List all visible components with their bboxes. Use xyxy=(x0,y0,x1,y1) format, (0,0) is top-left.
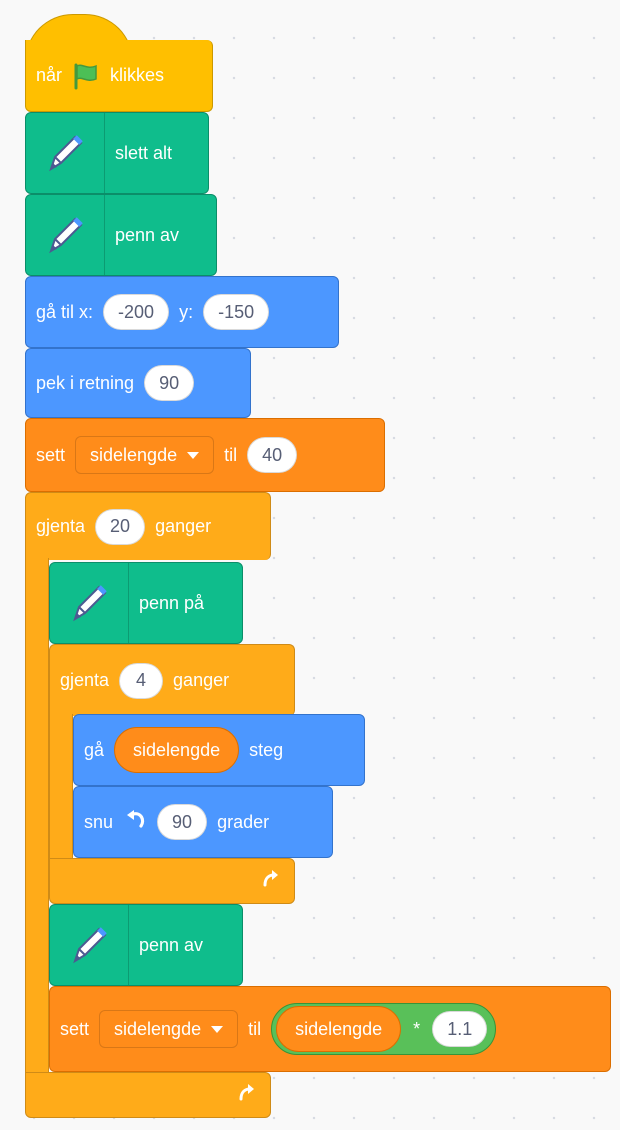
pen-up-2-label: penn av xyxy=(139,934,204,955)
repeat-outer-footer xyxy=(25,1072,271,1118)
turn-suffix: grader xyxy=(217,811,270,832)
move-label: gå xyxy=(84,739,105,760)
go-to-label: gå til x: xyxy=(36,301,94,322)
sidelengde-reporter[interactable]: sidelengde xyxy=(114,727,240,773)
pen-up-block-2[interactable]: penn av xyxy=(49,904,243,986)
repeat-inner-suffix: ganger xyxy=(173,670,230,690)
set-variable-block[interactable]: sett sidelengde til 40 xyxy=(25,418,385,492)
when-flag-clicked-block[interactable]: når klikkes xyxy=(25,40,213,112)
loop-arrow-icon xyxy=(260,869,280,894)
repeat-count-input[interactable]: 20 xyxy=(95,508,146,545)
erase-all-block[interactable]: slett alt xyxy=(25,112,209,194)
chevron-down-icon xyxy=(187,451,200,459)
y-label: y: xyxy=(179,301,194,322)
turn-left-block[interactable]: snu 90 grader xyxy=(73,786,333,858)
erase-all-label: slett alt xyxy=(115,142,173,163)
repeat-inner-block[interactable]: gjenta 4 ganger xyxy=(49,644,295,716)
move-steps-block[interactable]: gå sidelengde steg xyxy=(73,714,365,786)
repeat-inner-count-input[interactable]: 4 xyxy=(119,662,164,699)
turn-degrees-input[interactable]: 90 xyxy=(157,804,208,840)
repeat-outer-arm xyxy=(25,558,49,1076)
variable-dropdown-2[interactable]: sidelengde xyxy=(99,1010,239,1048)
set2-label: sett xyxy=(60,1018,90,1039)
loop-arrow-icon xyxy=(236,1083,256,1108)
to-label-2: til xyxy=(248,1018,262,1039)
multiplier-input[interactable]: 1.1 xyxy=(432,1011,488,1047)
repeat-outer-block[interactable]: gjenta 20 ganger xyxy=(25,492,271,560)
point-in-direction-block[interactable]: pek i retning 90 xyxy=(25,348,251,418)
hat-clicked-label: klikkes xyxy=(110,65,165,85)
set-label: sett xyxy=(36,444,66,465)
point-label: pek i retning xyxy=(36,372,135,393)
pen-down-label: penn på xyxy=(139,592,205,613)
variable-name: sidelengde xyxy=(90,444,178,465)
repeat-inner-arm xyxy=(49,714,73,860)
variable-name-2: sidelengde xyxy=(114,1018,202,1039)
pen-icon xyxy=(50,905,129,985)
hat-when-label: når xyxy=(36,65,63,85)
go-to-xy-block[interactable]: gå til x: -200 y: -150 xyxy=(25,276,339,348)
pen-icon xyxy=(26,113,105,193)
multiply-symbol: * xyxy=(413,1018,421,1039)
chevron-down-icon xyxy=(211,1025,224,1033)
rotate-left-icon xyxy=(123,808,147,837)
turn-label: snu xyxy=(84,811,114,832)
to-label: til xyxy=(224,444,238,465)
repeat-inner-footer xyxy=(49,858,295,904)
pen-icon xyxy=(50,563,129,643)
move-suffix: steg xyxy=(249,739,284,760)
x-input[interactable]: -200 xyxy=(103,294,170,330)
set-value-input[interactable]: 40 xyxy=(247,437,298,473)
pen-up-block[interactable]: penn av xyxy=(25,194,217,276)
pen-icon xyxy=(26,195,105,275)
pen-down-block[interactable]: penn på xyxy=(49,562,243,644)
pen-up-label: penn av xyxy=(115,224,180,245)
multiply-operator-block[interactable]: sidelengde * 1.1 xyxy=(271,1003,497,1055)
repeat-suffix: ganger xyxy=(155,516,212,536)
green-flag-icon xyxy=(72,62,100,90)
repeat-inner-label: gjenta xyxy=(60,670,110,690)
set-variable-block-2[interactable]: sett sidelengde til sidelengde * 1.1 xyxy=(49,986,611,1072)
direction-input[interactable]: 90 xyxy=(144,365,195,401)
repeat-label: gjenta xyxy=(36,516,86,536)
variable-dropdown[interactable]: sidelengde xyxy=(75,436,215,474)
sidelengde-reporter-2[interactable]: sidelengde xyxy=(276,1006,402,1052)
y-input[interactable]: -150 xyxy=(203,294,270,330)
